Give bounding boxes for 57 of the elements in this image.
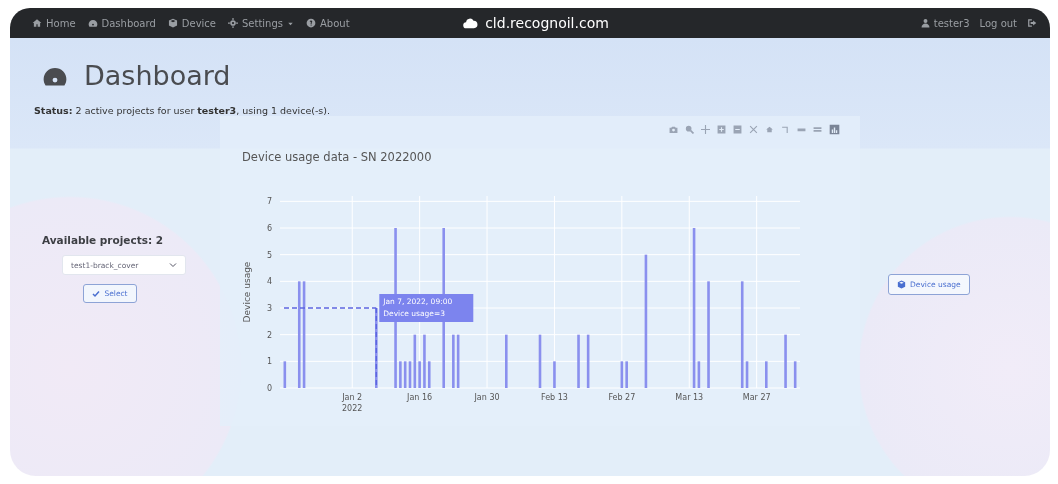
x-tick-label: Feb 27 <box>608 393 636 402</box>
logout-link[interactable]: Log out <box>979 17 1017 29</box>
gear-icon <box>228 18 238 28</box>
site-name: cld.recognoil.com <box>485 15 609 31</box>
cube-icon <box>897 280 906 289</box>
x-tick-label: Mar 27 <box>742 393 771 402</box>
status-text: Status: 2 active projects for user tester3, using 1 device(-s). <box>34 105 332 116</box>
camera-icon[interactable] <box>669 124 678 134</box>
y-tick-label: 1 <box>266 357 272 367</box>
bar <box>784 334 787 388</box>
user-link[interactable]: tester3 <box>920 17 970 29</box>
cloud-icon <box>461 16 480 30</box>
bar <box>505 334 508 388</box>
nav-link[interactable]: Device <box>167 17 216 29</box>
x-tick-label: Jan 2 2022 <box>342 393 363 413</box>
crosshair-icon[interactable] <box>701 124 710 134</box>
y-tick-label: 2 <box>266 330 272 340</box>
y-tick-label: 6 <box>266 224 272 233</box>
autoscale-icon[interactable] <box>749 124 758 134</box>
bar <box>586 334 590 388</box>
nav-link[interactable]: About <box>306 17 350 29</box>
y-axis-title: Device usage <box>242 261 252 323</box>
cube-icon <box>167 18 178 28</box>
minus-square-icon[interactable] <box>733 124 742 134</box>
chevron-icon <box>169 261 177 269</box>
bar <box>577 334 580 388</box>
nav-link[interactable]: Settings <box>228 17 294 29</box>
x-tick-label: Jan 16 <box>407 393 433 402</box>
x-tick-label: Mar 13 <box>675 393 704 402</box>
check-icon <box>92 289 101 298</box>
y-tick-label: 0 <box>266 384 272 393</box>
question-icon <box>306 18 316 28</box>
user-icon <box>920 18 930 28</box>
spike-icon[interactable] <box>781 124 790 134</box>
y-tick-label: 5 <box>266 250 272 260</box>
y-tick-label: 3 <box>266 304 272 313</box>
magnifier-icon[interactable] <box>685 124 694 134</box>
page-title: Dashboard <box>84 60 231 91</box>
chart-title: Device usage data - SN 2022000 <box>242 150 432 164</box>
bar <box>538 334 542 388</box>
bar <box>765 361 768 388</box>
nav-link[interactable]: Home <box>32 17 76 29</box>
plus-square-icon[interactable] <box>717 124 726 134</box>
projects-heading: Available projects: 2 <box>42 234 164 246</box>
bar <box>793 361 797 388</box>
x-tick-label: Feb 13 <box>541 393 568 402</box>
nav-link[interactable]: Dashboard <box>87 17 156 29</box>
bar-chart-icon[interactable] <box>829 123 840 135</box>
x-tick-label: Jan 30 <box>474 393 500 402</box>
home-icon[interactable] <box>765 124 774 134</box>
bar <box>553 361 556 388</box>
logout-icon <box>1027 18 1038 28</box>
home-icon <box>32 18 42 28</box>
y-tick-label: 7 <box>266 197 272 207</box>
bar <box>283 361 287 388</box>
gauge-icon <box>87 18 98 28</box>
y-tick-label: 4 <box>266 277 272 287</box>
